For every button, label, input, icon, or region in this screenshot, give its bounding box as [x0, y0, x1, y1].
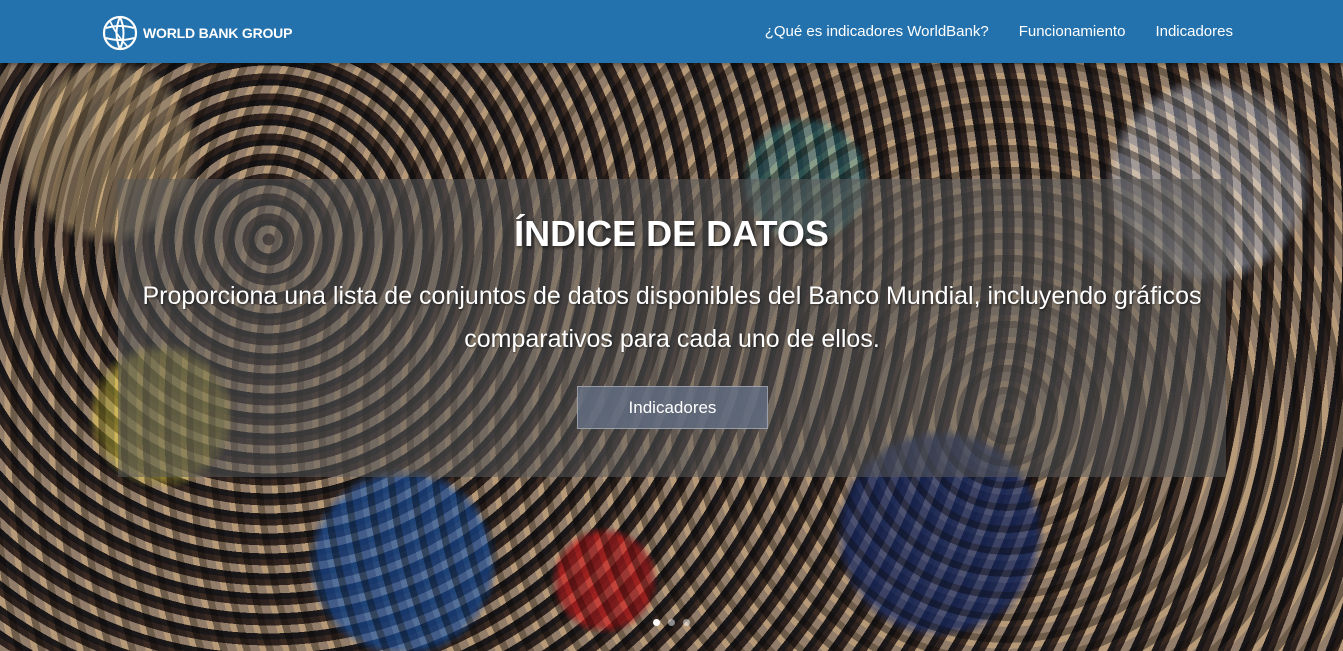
hero-carousel[interactable]: ÍNDICE DE DATOS Proporciona una lista de…	[0, 63, 1343, 651]
carousel-indicator-3[interactable]	[683, 619, 690, 626]
hero-subtitle: Proporciona una lista de conjuntos de da…	[142, 282, 1202, 353]
carousel-indicator-1[interactable]	[653, 619, 660, 626]
carousel-indicators	[0, 619, 1343, 629]
indicators-button[interactable]: Indicadores	[577, 386, 768, 429]
brand-name: WORLD BANK GROUP	[143, 25, 293, 41]
carousel-indicator-2[interactable]	[668, 619, 675, 626]
globe-icon	[102, 15, 138, 51]
navbar: WORLD BANK GROUP ¿Qué es indicadores Wor…	[0, 0, 1343, 63]
main-nav: ¿Qué es indicadores WorldBank? Funcionam…	[735, 0, 1233, 63]
nav-link-about[interactable]: ¿Qué es indicadores WorldBank?	[765, 23, 989, 40]
nav-link-how-it-works[interactable]: Funcionamiento	[1019, 23, 1126, 40]
hero-title: ÍNDICE DE DATOS	[514, 213, 829, 254]
brand-logo-link[interactable]: WORLD BANK GROUP	[102, 15, 292, 51]
nav-link-indicators[interactable]: Indicadores	[1155, 23, 1233, 40]
